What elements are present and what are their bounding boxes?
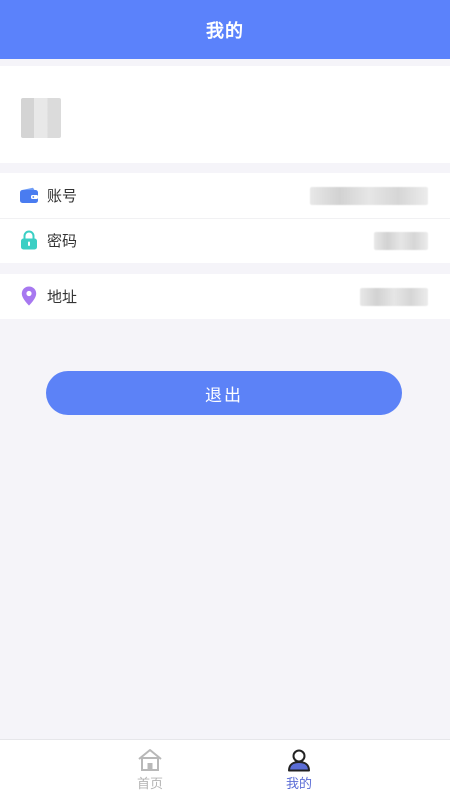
location-pin-icon bbox=[19, 286, 39, 306]
tab-home[interactable]: 首页 bbox=[75, 740, 225, 800]
user-icon bbox=[286, 748, 312, 772]
account-label: 账号 bbox=[47, 187, 78, 205]
account-value bbox=[310, 186, 428, 205]
password-row[interactable]: 密码 bbox=[0, 218, 450, 263]
avatar[interactable] bbox=[21, 98, 61, 138]
password-value bbox=[374, 231, 428, 250]
account-row[interactable]: 账号 bbox=[0, 173, 450, 218]
address-label: 地址 bbox=[47, 288, 78, 306]
bottom-tab-bar: 首页 我的 bbox=[0, 739, 450, 800]
logout-button[interactable]: 退出 bbox=[46, 371, 402, 415]
profile-card[interactable] bbox=[0, 66, 450, 163]
lock-icon bbox=[19, 230, 39, 250]
address-settings-group: 地址 bbox=[0, 274, 450, 319]
page-title: 我的 bbox=[206, 20, 244, 42]
password-label: 密码 bbox=[47, 232, 78, 250]
tab-home-label: 首页 bbox=[136, 777, 163, 792]
home-icon bbox=[137, 748, 163, 772]
address-row[interactable]: 地址 bbox=[0, 274, 450, 319]
address-value bbox=[360, 287, 428, 306]
wallet-icon bbox=[19, 186, 39, 206]
tab-mine-label: 我的 bbox=[285, 777, 312, 792]
account-settings-group: 账号 密码 bbox=[0, 173, 450, 263]
tab-mine[interactable]: 我的 bbox=[224, 740, 374, 800]
app-header: 我的 bbox=[0, 0, 450, 59]
